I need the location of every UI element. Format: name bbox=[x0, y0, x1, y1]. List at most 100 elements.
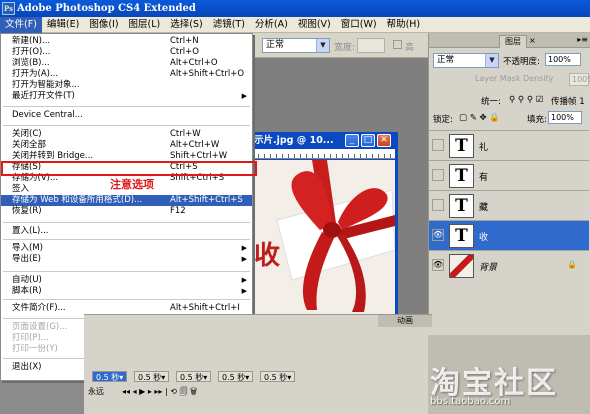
frame-delay[interactable]: 0.5 秒▾ bbox=[176, 371, 212, 382]
file-menu-item[interactable]: 置入(L)... bbox=[1, 226, 252, 237]
frame-delay[interactable]: 0.5 秒▾ bbox=[134, 371, 170, 382]
layer-row[interactable]: T礼 bbox=[429, 130, 589, 160]
panel-menu-icon[interactable]: ▸≡ bbox=[577, 35, 588, 44]
maximize-button[interactable]: □ bbox=[361, 134, 375, 147]
gift-image: 收 bbox=[252, 160, 395, 315]
submenu-arrow-icon: ▶ bbox=[241, 92, 247, 100]
menu-item-label: 打印一份(Y) bbox=[12, 344, 58, 354]
layer-name: 藏 bbox=[479, 203, 489, 213]
chevron-down-icon: ▼ bbox=[485, 54, 498, 67]
layer-row[interactable]: T有 bbox=[429, 160, 589, 190]
file-menu-item[interactable]: 最近打开文件(T) ▶ bbox=[1, 91, 252, 102]
menu-separator bbox=[3, 125, 250, 126]
file-menu-item[interactable]: 新建(N)... Ctrl+N bbox=[1, 36, 252, 47]
loop-select[interactable]: 永远 bbox=[88, 385, 104, 399]
menu-item-shortcut: Ctrl+O bbox=[170, 47, 199, 57]
highlight-box bbox=[1, 161, 257, 176]
lock-icons[interactable]: ▢ ✎ ✥ 🔒 bbox=[459, 113, 500, 123]
menu-item[interactable]: 图像(I) bbox=[84, 17, 123, 33]
layer-row[interactable]: 👁 背景 🔒 bbox=[429, 250, 589, 280]
submenu-arrow-icon: ▶ bbox=[241, 287, 247, 295]
photoshop-icon: Ps bbox=[2, 2, 15, 15]
frame-delay[interactable]: 0.5 秒▾ bbox=[92, 371, 128, 382]
ruler bbox=[252, 149, 395, 159]
app-title: Adobe Photoshop CS4 Extended bbox=[17, 3, 196, 14]
menu-item-label: 自动(U) bbox=[12, 275, 42, 285]
tab-layers[interactable]: 图层 bbox=[499, 35, 527, 48]
mask-density-input[interactable]: 100% bbox=[569, 73, 590, 86]
file-menu-item[interactable]: 打开为(A)... Alt+Shift+Ctrl+O bbox=[1, 69, 252, 80]
file-menu-item[interactable]: 关闭全部 Alt+Ctrl+W bbox=[1, 140, 252, 151]
menu-item-shortcut: Alt+Shift+Ctrl+O bbox=[170, 69, 245, 79]
layers-panel: 图层 × ▸≡ 正常 ▼ 不透明度: 100% Layer Mask Densi… bbox=[428, 33, 590, 335]
file-menu-item[interactable]: 自动(U) ▶ bbox=[1, 275, 252, 286]
document-window[interactable]: 示片.jpg @ 10... _ □ ✕ 收 bbox=[252, 132, 398, 315]
menu-item[interactable]: 帮助(H) bbox=[382, 17, 426, 33]
file-menu-item[interactable]: Device Central... bbox=[1, 110, 252, 121]
menu-separator bbox=[3, 299, 250, 300]
file-menu-item[interactable]: 导出(E) ▶ bbox=[1, 254, 252, 265]
animation-panel-title[interactable]: 动画 bbox=[378, 315, 432, 327]
menu-item[interactable]: 视图(V) bbox=[293, 17, 336, 33]
layer-row[interactable]: T藏 bbox=[429, 190, 589, 220]
menu-item-label: 打开为智能对象... bbox=[12, 80, 80, 90]
blend-mode-select[interactable]: 正常 ▼ bbox=[433, 53, 499, 68]
menu-separator bbox=[3, 239, 250, 240]
menu-item-shortcut: Alt+Shift+Ctrl+S bbox=[170, 195, 243, 205]
menu-item[interactable]: 选择(S) bbox=[165, 17, 207, 33]
swap-icon[interactable] bbox=[393, 40, 402, 49]
menu-item[interactable]: 文件(F) bbox=[0, 16, 42, 33]
file-menu-item[interactable]: 文件简介(F)... Alt+Shift+Ctrl+I bbox=[1, 303, 252, 314]
menu-item[interactable]: 图层(L) bbox=[124, 17, 166, 33]
frame-delay[interactable]: 0.5 秒▾ bbox=[260, 371, 296, 382]
visibility-eye-icon[interactable]: 👁 bbox=[432, 259, 444, 271]
width-input[interactable] bbox=[357, 38, 385, 53]
menu-item-label: 脚本(R) bbox=[12, 286, 42, 296]
visibility-eye-icon[interactable]: 👁 bbox=[432, 229, 444, 241]
visibility-eye-icon[interactable] bbox=[432, 199, 444, 211]
close-tab-icon[interactable]: × bbox=[529, 36, 536, 45]
layer-row[interactable]: 👁 T 收 bbox=[429, 220, 589, 250]
menu-item[interactable]: 分析(A) bbox=[250, 17, 293, 33]
menu-item-label: 导入(M) bbox=[12, 243, 43, 253]
menu-item[interactable]: 窗口(W) bbox=[336, 17, 382, 33]
options-bar: 正常 ▼ 宽度: 高 bbox=[252, 33, 430, 58]
visibility-eye-icon[interactable] bbox=[432, 139, 444, 151]
file-menu-item[interactable]: 打开(O)... Ctrl+O bbox=[1, 47, 252, 58]
menu-item[interactable]: 滤镜(T) bbox=[208, 17, 250, 33]
file-menu-item[interactable]: 关闭(C) Ctrl+W bbox=[1, 129, 252, 140]
close-button[interactable]: ✕ bbox=[377, 134, 391, 147]
file-menu-item[interactable]: 脚本(R) ▶ bbox=[1, 286, 252, 297]
submenu-arrow-icon: ▶ bbox=[241, 255, 247, 263]
layer-name: 有 bbox=[479, 173, 489, 183]
menu-separator bbox=[3, 271, 250, 272]
frame-delay[interactable]: 0.5 秒▾ bbox=[218, 371, 254, 382]
unify-icons[interactable]: ⚲ ⚲ ⚲ ☑ bbox=[509, 95, 543, 105]
submenu-arrow-icon: ▶ bbox=[241, 244, 247, 252]
file-menu-item[interactable]: 存储为 Web 和设备所用格式(D)... Alt+Shift+Ctrl+S bbox=[1, 195, 252, 206]
animation-panel: 动画 0.5 秒▾ 0.5 秒▾ 0.5 秒▾ 0.5 秒▾ 0.5 秒▾ 永远 ◂◂ … bbox=[84, 314, 432, 414]
file-menu-item[interactable]: 恢复(R) F12 bbox=[1, 206, 252, 217]
mask-density-label: Layer Mask Density bbox=[475, 74, 554, 83]
mode-select[interactable]: 正常 ▼ bbox=[262, 38, 330, 53]
menu-item-label: 文件简介(F)... bbox=[12, 303, 66, 313]
frame-list: 0.5 秒▾ 0.5 秒▾ 0.5 秒▾ 0.5 秒▾ 0.5 秒▾ bbox=[84, 371, 432, 383]
visibility-eye-icon[interactable] bbox=[432, 169, 444, 181]
opacity-input[interactable]: 100% bbox=[545, 53, 581, 66]
propagate-frame-label[interactable]: 传播帧 1 bbox=[551, 95, 585, 107]
file-menu-item[interactable]: 导入(M) ▶ bbox=[1, 243, 252, 254]
text-layer-thumbnail: T bbox=[449, 224, 474, 248]
svg-text:收: 收 bbox=[254, 241, 280, 271]
fill-input[interactable]: 100% bbox=[548, 111, 582, 124]
minimize-button[interactable]: _ bbox=[345, 134, 359, 147]
layer-name: 背景 bbox=[479, 263, 498, 273]
menu-item-shortcut: Alt+Shift+Ctrl+I bbox=[170, 303, 240, 313]
image-canvas[interactable]: 收 bbox=[252, 160, 395, 315]
app-titlebar: Ps Adobe Photoshop CS4 Extended bbox=[0, 0, 590, 17]
menu-item[interactable]: 编辑(E) bbox=[42, 17, 84, 33]
opacity-label: 不透明度: bbox=[503, 57, 540, 67]
file-menu-item[interactable]: 浏览(B)... Alt+Ctrl+O bbox=[1, 58, 252, 69]
playback-controls[interactable]: ◂◂ ◂ ▶ ▸ ▸▸ | ⟲ 🗐 🗑 bbox=[122, 385, 197, 399]
file-menu-item[interactable]: 打开为智能对象... bbox=[1, 80, 252, 91]
menu-item-label: 打印(P)... bbox=[12, 333, 49, 343]
